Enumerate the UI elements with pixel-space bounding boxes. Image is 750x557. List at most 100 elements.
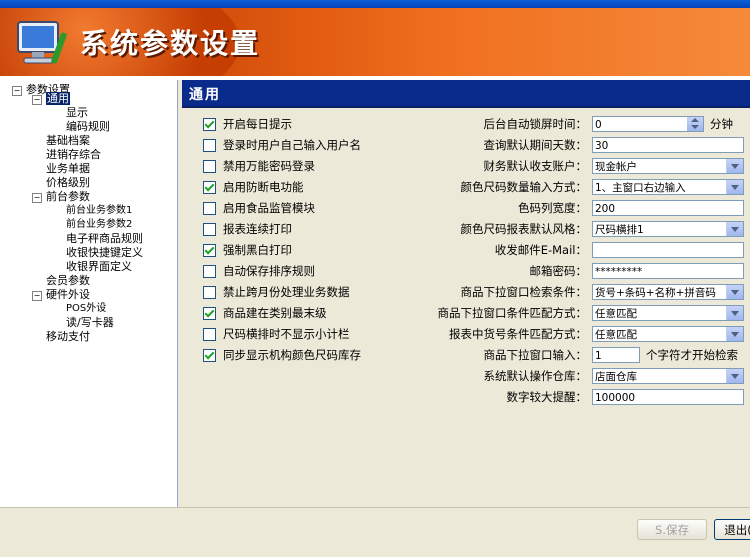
tree-basic-archive[interactable]: 基础档案 [46, 134, 90, 148]
checkbox-box[interactable] [203, 181, 216, 194]
collapse-icon[interactable]: − [12, 86, 22, 96]
field-suffix: 分钟 [710, 117, 733, 131]
field-label-report-match-mode: 报表中货号条件匹配方式： [449, 327, 587, 341]
checkbox-label: 禁用万能密码登录 [223, 159, 315, 173]
tree-mobile-pay[interactable]: 移动支付 [46, 330, 90, 344]
checkbox-label: 商品建在类别最末级 [223, 306, 327, 320]
tree-item-label: 读/写卡器 [66, 316, 114, 329]
checkbox-box[interactable] [203, 307, 216, 320]
collapse-icon[interactable]: − [32, 291, 42, 301]
panel-header: 通用 [182, 80, 750, 108]
checkbox-box[interactable] [203, 202, 216, 215]
tree-item-label: 价格级别 [46, 176, 90, 189]
tree-display[interactable]: 显示 [66, 106, 88, 120]
checkbox-box[interactable] [203, 286, 216, 299]
checkbox-box[interactable] [203, 139, 216, 152]
checkbox-box[interactable] [203, 223, 216, 236]
input-large-number-alert[interactable]: 100000 [592, 389, 744, 405]
tree-item-label: 收银界面定义 [66, 260, 132, 273]
chevron-down-icon[interactable] [726, 180, 743, 194]
select-color-size-report-style[interactable]: 尺码横排1 [592, 221, 744, 237]
field-value: ********* [595, 266, 643, 278]
computer-icon [17, 21, 67, 64]
input-lock-time[interactable]: 0 [592, 116, 704, 132]
select-product-match-mode[interactable]: 任意匹配 [592, 305, 744, 321]
chevron-down-icon[interactable] [726, 222, 743, 236]
field-label-default-warehouse: 系统默认操作仓库： [483, 369, 588, 383]
collapse-icon[interactable]: − [32, 95, 42, 105]
checkbox-label: 强制黑白打印 [223, 243, 292, 257]
chevron-down-icon[interactable] [726, 306, 743, 320]
tree-item-label: 电子秤商品规则 [66, 232, 143, 245]
tree-inventory[interactable]: 进销存综合 [46, 148, 101, 162]
tree-item-label: 进销存综合 [46, 148, 101, 161]
tree-member-params[interactable]: 会员参数 [46, 274, 90, 288]
select-finance-account[interactable]: 现金帐户 [592, 158, 744, 174]
tree-item-label: 显示 [66, 106, 88, 119]
checkbox-label: 报表连续打印 [223, 222, 292, 236]
field-value: 货号+条码+名称+拼音码 [595, 287, 716, 299]
tree-price-levels[interactable]: 价格级别 [46, 176, 90, 190]
chevron-down-icon[interactable] [726, 327, 743, 341]
select-report-match-mode[interactable]: 任意匹配 [592, 326, 744, 342]
settings-panel: 开启每日提示 登录时用户自己输入用户名 禁用万能密码登录 启用防断电功能 启用食品监管模… [182, 108, 750, 507]
tree-item-label: 前台业务参数2 [66, 219, 133, 230]
field-label-color-size-report-style: 颜色尺码报表默认风格： [460, 222, 588, 236]
window-titlebar [0, 0, 750, 8]
checkbox-box[interactable] [203, 265, 216, 278]
checkbox-label: 开启每日提示 [223, 117, 292, 131]
tree-pos-devices[interactable]: POS外设 [66, 302, 106, 316]
tree-frontend-1[interactable]: 前台业务参数1 [66, 204, 132, 218]
input-email-password[interactable]: ********* [592, 263, 744, 279]
tree-item-label: 前台业务参数1 [66, 205, 133, 216]
tree-item-label: 硬件外设 [46, 288, 90, 301]
select-product-search-condition[interactable]: 货号+条码+名称+拼音码 [592, 284, 744, 300]
tree-item-label: 编码规则 [66, 120, 110, 133]
checkbox-label: 禁止跨月份处理业务数据 [223, 285, 350, 299]
collapse-icon[interactable]: − [32, 193, 42, 203]
tree-hardware[interactable]: 硬件外设 [46, 288, 90, 302]
field-value: 30 [595, 140, 609, 152]
input-query-days[interactable]: 30 [592, 137, 744, 153]
spinner-icon[interactable] [687, 117, 703, 131]
field-label-product-match-mode: 商品下拉窗口条件匹配方式： [437, 306, 588, 320]
tree-scale-rules[interactable]: 电子秤商品规则 [66, 232, 143, 246]
tree-item-label: 移动支付 [46, 330, 90, 343]
select-color-size-input[interactable]: 1、主窗口右边输入 [592, 179, 744, 195]
field-label-product-input-chars: 商品下拉窗口输入： [483, 348, 588, 362]
field-suffix: 个字符才开始检索 [646, 348, 738, 362]
tree-documents[interactable]: 业务单据 [46, 162, 90, 176]
chevron-down-icon[interactable] [726, 285, 743, 299]
spin-down-icon[interactable] [691, 125, 699, 129]
tree-cashier-ui[interactable]: 收银界面定义 [66, 260, 132, 274]
field-value: 任意匹配 [595, 308, 637, 320]
tree-general[interactable]: 通用 [46, 92, 70, 106]
checkbox-label: 自动保存排序规则 [223, 264, 315, 278]
chevron-down-icon[interactable] [726, 369, 743, 383]
tree-frontend-2[interactable]: 前台业务参数2 [66, 218, 132, 232]
settings-tree[interactable]: − 参数设置 − 通用 显示 编码规则 基础档案 进销存综合 业务单据 价格级别 − 前台参数 前台业务… [0, 80, 178, 507]
checkbox-box[interactable] [203, 244, 216, 257]
field-value: 200 [595, 203, 616, 215]
input-email[interactable] [592, 242, 744, 258]
checkbox-box[interactable] [203, 160, 216, 173]
input-product-input-chars[interactable]: 1 [592, 347, 640, 363]
tree-shortcut-keys[interactable]: 收银快捷键定义 [66, 246, 143, 260]
input-color-code-width[interactable]: 200 [592, 200, 744, 216]
checkbox-box[interactable] [203, 349, 216, 362]
chevron-down-icon[interactable] [726, 159, 743, 173]
tree-item-label: 基础档案 [46, 134, 90, 147]
checkbox-box[interactable] [203, 328, 216, 341]
tree-code-rules[interactable]: 编码规则 [66, 120, 110, 134]
field-value: 1 [595, 350, 602, 362]
exit-button[interactable]: 退出( [714, 519, 750, 540]
checkbox-box[interactable] [203, 118, 216, 131]
checkbox-label: 登录时用户自己输入用户名 [223, 138, 361, 152]
tree-card-reader[interactable]: 读/写卡器 [66, 316, 114, 330]
checkbox-label: 同步显示机构颜色尺码库存 [223, 348, 361, 362]
select-default-warehouse[interactable]: 店面仓库 [592, 368, 744, 384]
save-button[interactable]: S.保存 [637, 519, 707, 540]
field-label-query-days: 查询默认期间天数： [483, 138, 588, 152]
tree-frontend-params[interactable]: 前台参数 [46, 190, 90, 204]
spin-up-icon[interactable] [691, 118, 699, 122]
